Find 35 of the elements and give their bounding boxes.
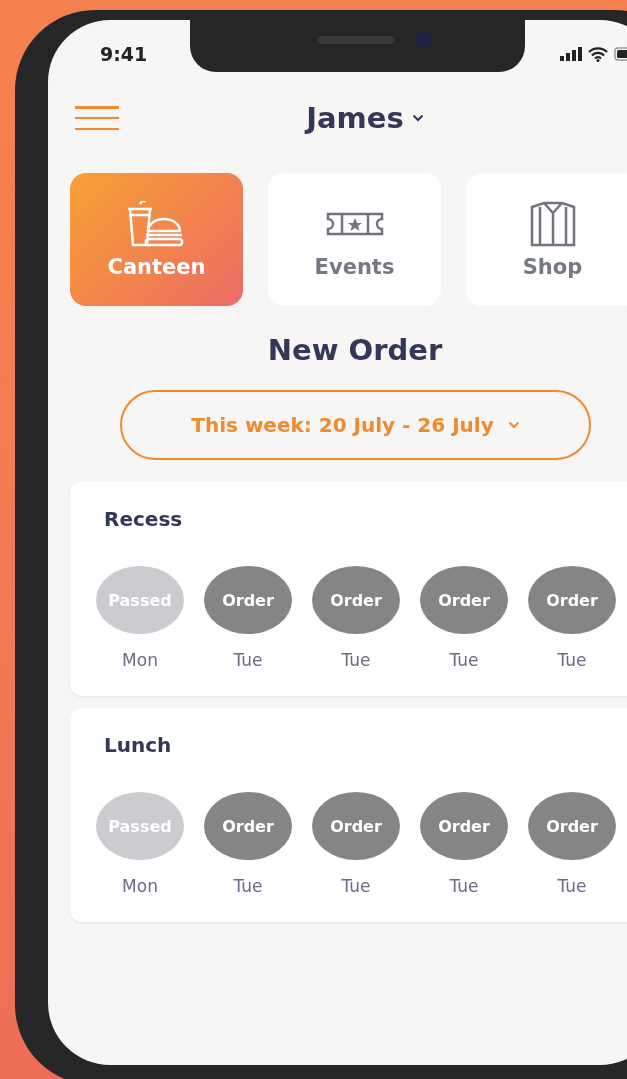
battery-icon bbox=[614, 47, 627, 61]
order-slot-button[interactable]: Order bbox=[420, 566, 508, 634]
chevron-down-icon bbox=[507, 421, 520, 429]
chevron-down-icon bbox=[411, 114, 424, 122]
category-tile[interactable]: Shop bbox=[466, 173, 627, 306]
day-label: Mon bbox=[122, 875, 158, 898]
day-label: Tue bbox=[233, 649, 263, 672]
order-slot-button[interactable]: Order bbox=[312, 566, 400, 634]
order-slot-button[interactable]: Order bbox=[312, 792, 400, 860]
order-slot-button[interactable]: Order bbox=[204, 792, 292, 860]
order-slot-button[interactable]: Order bbox=[420, 792, 508, 860]
signal-icon bbox=[560, 47, 582, 61]
day-label: Tue bbox=[341, 649, 371, 672]
order-slot-button[interactable]: Order bbox=[528, 792, 616, 860]
user-selector[interactable]: James bbox=[306, 101, 424, 135]
day-label: Tue bbox=[449, 649, 479, 672]
meal-title: Recess bbox=[104, 506, 184, 532]
day-label: Tue bbox=[557, 875, 587, 898]
day-label: Tue bbox=[557, 649, 587, 672]
meal-title: Lunch bbox=[104, 732, 173, 758]
menu-button[interactable] bbox=[75, 104, 119, 132]
category-tile[interactable]: Events bbox=[268, 173, 441, 306]
day-label: Tue bbox=[449, 875, 479, 898]
status-time: 9:41 bbox=[100, 43, 148, 65]
day-label: Tue bbox=[341, 875, 371, 898]
day-label: Mon bbox=[122, 649, 158, 672]
week-selector[interactable]: This week: 20 July - 26 July bbox=[120, 390, 591, 460]
ticket-icon bbox=[325, 211, 384, 236]
shirt-icon bbox=[529, 200, 576, 247]
day-label: Tue bbox=[233, 875, 263, 898]
order-slot-button[interactable]: Order bbox=[528, 566, 616, 634]
page-title: New Order bbox=[266, 332, 444, 368]
order-slot-button[interactable]: Order bbox=[204, 566, 292, 634]
category-tile[interactable]: Canteen bbox=[70, 173, 243, 306]
wifi-icon bbox=[588, 46, 608, 62]
